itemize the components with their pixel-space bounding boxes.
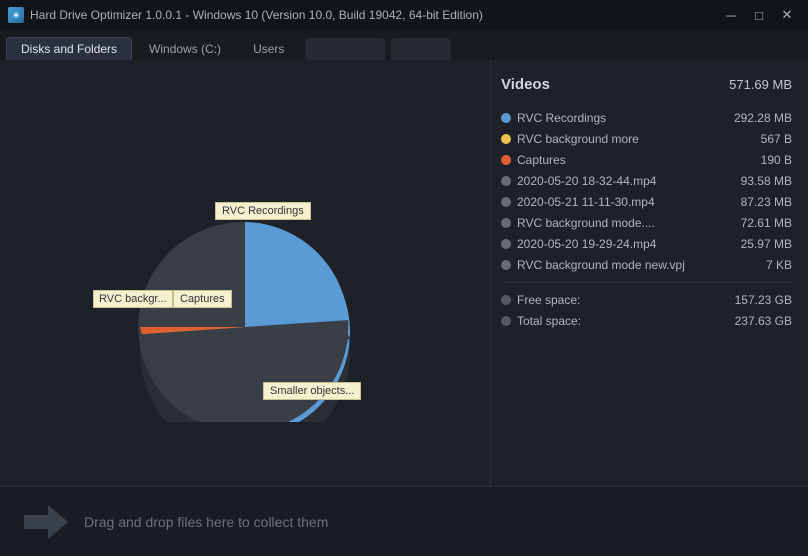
legend-name: 2020-05-20 18-32-44.mp4 [517,174,735,188]
legend-dot [501,134,511,144]
panel-title: Videos [501,76,550,93]
legend-dot [501,113,511,123]
app-icon [8,7,24,23]
list-item[interactable]: RVC background more 567 B [501,132,792,146]
legend-dot [501,239,511,249]
free-space-label: Free space: [517,293,729,307]
tab-placeholder-1 [305,38,385,60]
tab-disks-and-folders[interactable]: Disks and Folders [6,37,132,60]
tab-windows-c[interactable]: Windows (C:) [134,37,236,60]
right-panel: Videos 571.69 MB RVC Recordings 292.28 M… [490,60,808,486]
legend-dot [501,260,511,270]
total-space-value: 237.63 GB [735,314,792,328]
legend-size: 292.28 MB [734,111,792,125]
divider [501,282,792,283]
panel-total-size: 571.69 MB [729,77,792,92]
free-space-item: Free space: 157.23 GB [501,293,792,307]
total-space-dot [501,316,511,326]
list-item[interactable]: RVC background mode.... 72.61 MB [501,216,792,230]
close-button[interactable]: ✕ [774,5,800,25]
title-bar: Hard Drive Optimizer 1.0.0.1 - Windows 1… [0,0,808,30]
legend-name: 2020-05-21 11-11-30.mp4 [517,195,735,209]
legend-size: 567 B [761,132,792,146]
free-space-value: 157.23 GB [735,293,792,307]
chart-area: RVC Recordings RVC backgr... Captures Sm… [0,60,490,486]
app-title: Hard Drive Optimizer 1.0.0.1 - Windows 1… [30,8,483,22]
legend-size: 93.58 MB [741,174,792,188]
title-bar-left: Hard Drive Optimizer 1.0.0.1 - Windows 1… [8,7,483,23]
drop-zone-text: Drag and drop files here to collect them [84,514,328,530]
tab-placeholder-2 [391,38,451,60]
list-item[interactable]: RVC background mode new.vpj 7 KB [501,258,792,272]
total-space-item: Total space: 237.63 GB [501,314,792,328]
legend-name: RVC Recordings [517,111,728,125]
pie-chart[interactable] [85,122,405,422]
minimize-button[interactable]: ─ [718,5,744,25]
list-item[interactable]: 2020-05-21 11-11-30.mp4 87.23 MB [501,195,792,209]
total-space-label: Total space: [517,314,729,328]
legend-dot [501,176,511,186]
maximize-button[interactable]: □ [746,5,772,25]
list-item[interactable]: 2020-05-20 18-32-44.mp4 93.58 MB [501,174,792,188]
legend-size: 7 KB [766,258,792,272]
pie-container: RVC Recordings RVC backgr... Captures Sm… [85,122,405,425]
legend-name: RVC background mode new.vpj [517,258,760,272]
legend-size: 87.23 MB [741,195,792,209]
legend-dot [501,155,511,165]
legend-name: 2020-05-20 19-29-24.mp4 [517,237,735,251]
drop-zone[interactable]: Drag and drop files here to collect them [0,486,808,556]
legend-dot [501,218,511,228]
legend-name: RVC background more [517,132,755,146]
legend-name: Captures [517,153,755,167]
list-item[interactable]: Captures 190 B [501,153,792,167]
main-content: RVC Recordings RVC backgr... Captures Sm… [0,60,808,486]
tab-users[interactable]: Users [238,37,299,60]
free-space-dot [501,295,511,305]
legend-size: 25.97 MB [741,237,792,251]
legend-size: 72.61 MB [741,216,792,230]
legend-name: RVC background mode.... [517,216,735,230]
nav-bar: Disks and Folders Windows (C:) Users [0,30,808,60]
list-item[interactable]: RVC Recordings 292.28 MB [501,111,792,125]
window-controls: ─ □ ✕ [718,5,800,25]
legend-list: RVC Recordings 292.28 MB RVC background … [501,111,792,272]
legend-dot [501,197,511,207]
drop-arrow-icon [24,505,68,539]
list-item[interactable]: 2020-05-20 19-29-24.mp4 25.97 MB [501,237,792,251]
legend-size: 190 B [761,153,792,167]
panel-header: Videos 571.69 MB [501,76,792,97]
